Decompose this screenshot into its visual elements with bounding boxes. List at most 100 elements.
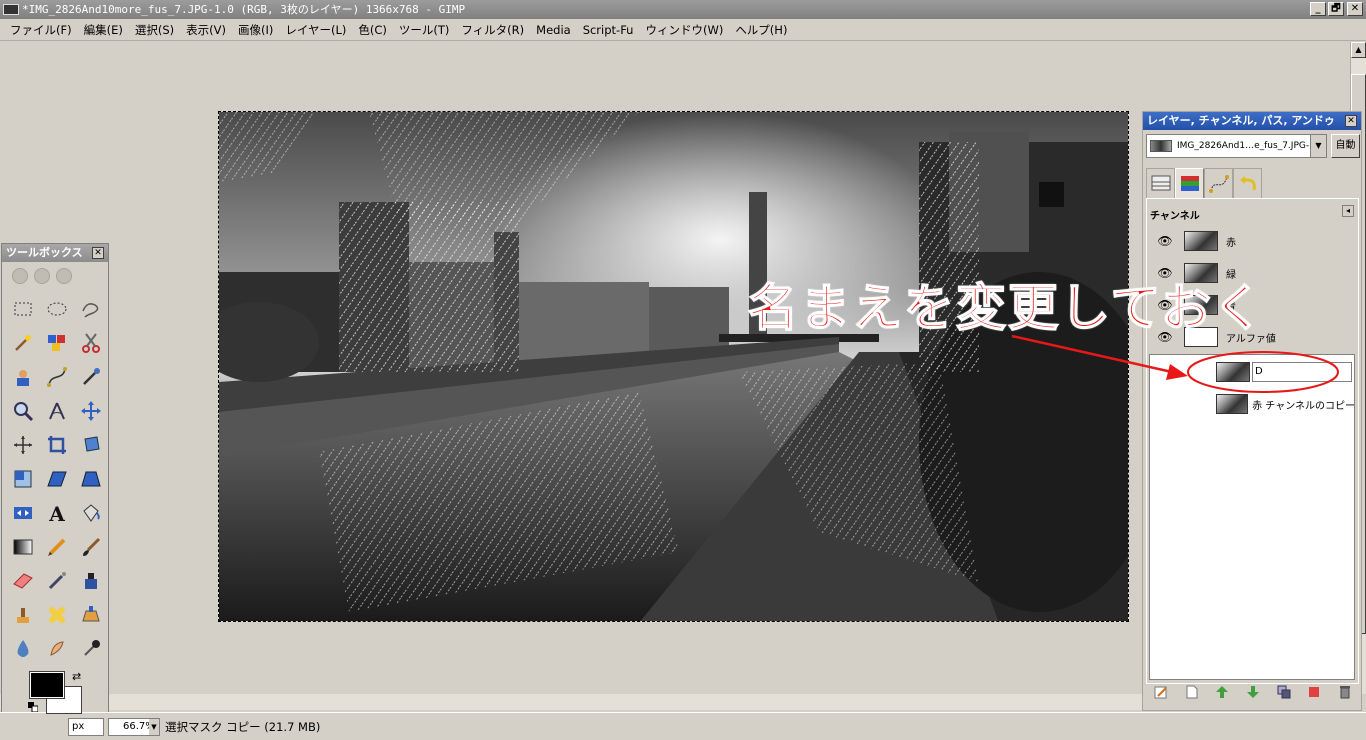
dock-close-button[interactable]: ✕ [1345, 115, 1357, 127]
menu-image[interactable]: 画像(I) [232, 19, 279, 41]
layers-dock: レイヤー, チャンネル, パス, アンドゥ ✕ IMG_2826And1…e_f… [1142, 111, 1362, 711]
new-channel-icon[interactable] [1184, 684, 1200, 700]
zoom-selector[interactable]: 66.7% ▼ [108, 718, 160, 736]
smudge-icon[interactable] [40, 632, 74, 666]
channel-row-red[interactable]: 👁 赤 [1152, 225, 1357, 257]
wilber-drop-area[interactable] [2, 262, 108, 292]
perspective-icon[interactable] [74, 462, 108, 496]
duplicate-channel-icon[interactable] [1276, 684, 1292, 700]
rotate-icon[interactable] [74, 428, 108, 462]
blur-icon[interactable] [6, 632, 40, 666]
move-icon[interactable] [74, 394, 108, 428]
tool-grid: A [2, 292, 108, 666]
rect-select-icon[interactable] [6, 292, 40, 326]
raise-channel-icon[interactable] [1214, 684, 1230, 700]
channel-label: 赤 [1226, 237, 1236, 249]
layers-tab-icon[interactable] [1146, 168, 1175, 198]
scroll-up-icon[interactable]: ▲ [1351, 42, 1366, 58]
menu-layer[interactable]: レイヤー(L) [279, 19, 352, 41]
flip-icon[interactable] [6, 496, 40, 530]
river-photo [219, 112, 1128, 621]
toolbox-close-button[interactable]: ✕ [92, 247, 104, 259]
color-area: ⇄ [28, 670, 88, 716]
menu-help[interactable]: ヘルプ(H) [729, 19, 793, 41]
custom-channel-list: D 赤 チャンネルのコピー [1149, 354, 1355, 680]
color-select-icon[interactable] [40, 326, 74, 360]
bucket-fill-icon[interactable] [74, 496, 108, 530]
custom-channel-row-editing[interactable]: D [1150, 357, 1355, 387]
channel-thumbnail [1184, 231, 1218, 251]
blend-icon[interactable] [6, 530, 40, 564]
color-picker-icon[interactable] [74, 360, 108, 394]
channel-rename-input[interactable]: D [1252, 362, 1352, 382]
zoom-icon[interactable] [6, 394, 40, 428]
swap-colors-icon[interactable]: ⇄ [72, 670, 81, 683]
channels-tab-icon[interactable] [1175, 168, 1204, 198]
gimp-app-icon[interactable] [3, 4, 19, 15]
maximize-button[interactable]: 🗗 [1328, 2, 1344, 16]
custom-channel-row[interactable]: 赤 チャンネルのコピー [1150, 389, 1355, 419]
menu-windows[interactable]: ウィンドウ(W) [639, 19, 729, 41]
chevron-down-icon[interactable]: ▼ [149, 719, 159, 735]
eye-icon[interactable]: 👁 [1152, 234, 1178, 248]
text-icon[interactable]: A [40, 496, 74, 530]
channel-to-selection-icon[interactable] [1306, 684, 1322, 700]
clone-icon[interactable] [6, 598, 40, 632]
ink-icon[interactable] [74, 564, 108, 598]
scale-icon[interactable] [6, 462, 40, 496]
fuzzy-select-icon[interactable] [6, 326, 40, 360]
paths-tab-icon[interactable] [1204, 168, 1233, 198]
lower-channel-icon[interactable] [1245, 684, 1261, 700]
menu-filters[interactable]: フィルタ(R) [455, 19, 530, 41]
dodge-burn-icon[interactable] [74, 632, 108, 666]
minimize-button[interactable]: _ [1310, 2, 1326, 16]
airbrush-icon[interactable] [40, 564, 74, 598]
image-canvas[interactable] [218, 111, 1129, 622]
delete-channel-icon[interactable] [1337, 684, 1353, 700]
chevron-down-icon[interactable]: ▼ [1310, 135, 1326, 157]
menu-script-fu[interactable]: Script-Fu [577, 19, 640, 41]
menu-media[interactable]: Media [530, 19, 577, 41]
foreground-select-icon[interactable] [6, 360, 40, 394]
auto-button[interactable]: 自動 [1331, 134, 1360, 158]
foreground-color-swatch[interactable] [29, 671, 65, 699]
toolbox-title: ツールボックス [6, 246, 83, 259]
free-select-icon[interactable] [74, 292, 108, 326]
channel-action-buttons [1153, 684, 1353, 704]
toolbox-window: ツールボックス ✕ A ⇄ [1, 243, 109, 719]
status-message: 選択マスク コピー (21.7 MB) [165, 720, 321, 734]
menu-file[interactable]: ファイル(F) [4, 19, 78, 41]
menu-select[interactable]: 選択(S) [129, 19, 180, 41]
ellipse-select-icon[interactable] [40, 292, 74, 326]
image-selector[interactable]: IMG_2826And1…e_fus_7.JPG-1 ▼ [1146, 134, 1327, 158]
perspective-clone-icon[interactable] [74, 598, 108, 632]
menu-tools[interactable]: ツール(T) [393, 19, 456, 41]
undo-tab-icon[interactable] [1233, 168, 1262, 198]
edit-channel-icon[interactable] [1153, 684, 1169, 700]
dock-title-bar[interactable]: レイヤー, チャンネル, パス, アンドゥ ✕ [1143, 112, 1361, 130]
channel-thumbnail [1216, 394, 1249, 414]
channel-thumbnail [1216, 362, 1250, 382]
scissors-icon[interactable] [74, 326, 108, 360]
toolbox-title-bar[interactable]: ツールボックス ✕ [2, 244, 108, 262]
menu-edit[interactable]: 編集(E) [78, 19, 129, 41]
close-button[interactable]: ✕ [1347, 2, 1363, 16]
crop-icon[interactable] [40, 428, 74, 462]
heal-icon[interactable] [40, 598, 74, 632]
paths-icon[interactable] [40, 360, 74, 394]
menu-colors[interactable]: 色(C) [352, 19, 393, 41]
measure-icon[interactable] [40, 394, 74, 428]
reset-colors-icon[interactable] [28, 702, 39, 713]
window-title: *IMG_2826And10more_fus_7.JPG-1.0 (RGB, 3… [22, 3, 466, 16]
shear-icon[interactable] [40, 462, 74, 496]
dock-title: レイヤー, チャンネル, パス, アンドゥ [1147, 114, 1335, 127]
eraser-icon[interactable] [6, 564, 40, 598]
status-bar: px 66.7% ▼ 選択マスク コピー (21.7 MB) [0, 712, 1366, 740]
panel-menu-button[interactable]: ◂ [1342, 205, 1354, 217]
image-thumbnail [1150, 140, 1172, 152]
menu-view[interactable]: 表示(V) [180, 19, 232, 41]
align-icon[interactable] [6, 428, 40, 462]
unit-selector[interactable]: px [68, 718, 104, 736]
paintbrush-icon[interactable] [74, 530, 108, 564]
pencil-icon[interactable] [40, 530, 74, 564]
